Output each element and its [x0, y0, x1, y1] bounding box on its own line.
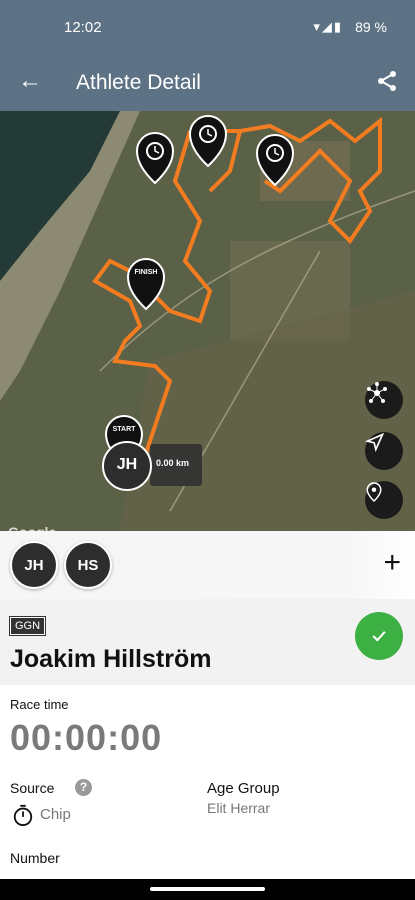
athlete-strip: JH HS +	[0, 531, 415, 599]
app-bar: ← Athlete Detail	[0, 55, 415, 111]
athlete-avatar[interactable]: JH	[10, 541, 58, 589]
start-label: START	[112, 426, 136, 433]
course-map[interactable]: FINISH START JH 0.00 km	[0, 111, 415, 531]
system-nav-bar	[0, 879, 415, 900]
checkmark-icon	[372, 631, 386, 642]
location-pin-button[interactable]	[365, 481, 403, 519]
athlete-avatar[interactable]: HS	[64, 541, 112, 589]
status-bar: 12:02 ▾◢▮ 89 %	[0, 0, 415, 55]
route-overview-button[interactable]	[365, 381, 403, 419]
athlete-header: GGN Joakim Hillström	[0, 599, 415, 685]
age-group-value: Elit Herrar	[207, 800, 271, 816]
race-time-value: 00:00:00	[10, 717, 163, 758]
battery-level: 89 %	[355, 19, 387, 35]
page-title: Athlete Detail	[76, 71, 201, 94]
status-check-button[interactable]	[355, 612, 403, 660]
map-canvas[interactable]	[0, 111, 415, 531]
source-label: Source	[10, 780, 55, 796]
current-athlete-marker[interactable]: JH	[103, 456, 151, 474]
source-value: Chip	[40, 806, 71, 823]
number-label: Number	[10, 850, 60, 866]
add-athlete-button[interactable]: +	[383, 546, 401, 580]
help-icon[interactable]: ?	[75, 779, 92, 796]
race-time-label: Race time	[10, 697, 69, 712]
status-time: 12:02	[64, 19, 102, 36]
finish-label: FINISH	[134, 269, 158, 276]
distance-label: 0.00 km	[156, 458, 190, 468]
athlete-name: Joakim Hillström	[10, 645, 212, 673]
home-handle[interactable]	[150, 887, 265, 891]
signal-wifi-icon: ▾◢▮	[313, 19, 343, 34]
back-arrow-icon[interactable]: ←	[18, 67, 42, 95]
age-group-label: Age Group	[207, 780, 280, 797]
nodes-icon	[367, 382, 387, 403]
stopwatch-icon	[13, 804, 33, 826]
location-pin-icon	[366, 482, 382, 503]
share-icon[interactable]	[375, 69, 399, 93]
navigation-arrow-icon	[365, 432, 385, 452]
athlete-detail-panel: GGN Joakim Hillström Race time 00:00:00 …	[0, 599, 415, 879]
my-location-button[interactable]	[365, 432, 403, 470]
team-badge: GGN	[8, 616, 47, 636]
